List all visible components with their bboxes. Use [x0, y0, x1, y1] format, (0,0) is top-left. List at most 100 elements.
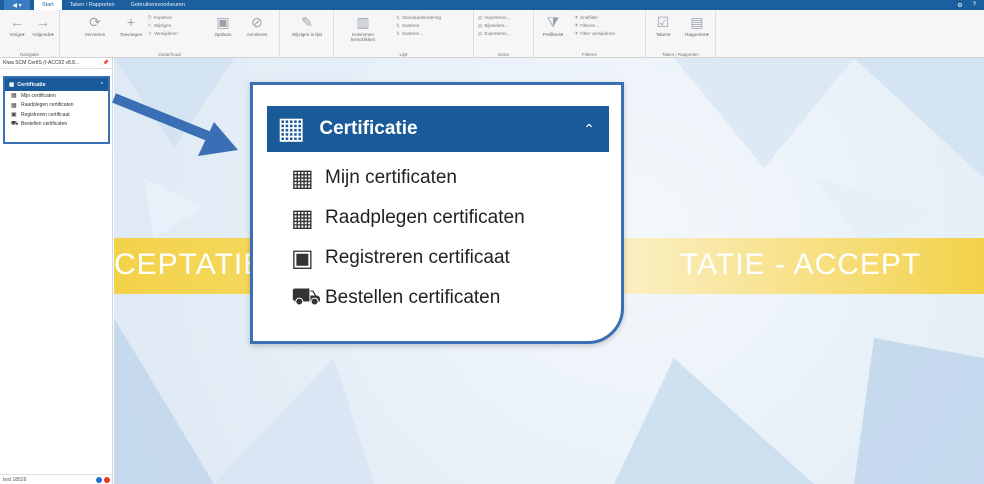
- certificatie-section: ▦ Certificatie ⌃ ▦ Mijn certificaten ▦ Raa…: [3, 76, 110, 144]
- import-button[interactable]: ▤ Importeren...: [478, 14, 511, 22]
- background-shape: [854, 338, 984, 484]
- forward-button[interactable]: → Volgende▾: [28, 14, 58, 38]
- group-label: Filteren: [581, 52, 597, 57]
- group-label: Onderhoud: [158, 52, 181, 57]
- certificatie-header[interactable]: ▦ Certificatie ⌃: [5, 78, 108, 91]
- update-button[interactable]: ▤ Bijwerken...: [478, 22, 511, 30]
- group-label: Taken / Rapporten: [662, 52, 699, 57]
- filter-icon: ⧩: [574, 15, 579, 20]
- add-button[interactable]: + Toevoegen: [116, 14, 146, 37]
- certificate-icon: ▦: [291, 204, 314, 232]
- group-wijzigen-lijst: ✎ Wijzigen in lijst: [280, 10, 334, 58]
- sort-dialog-button[interactable]: ⇅ Sorteren...: [396, 30, 441, 38]
- zoom-callout: ▦ Certificatie ⌃ ▦ Mijn certificaten ▦ Raa…: [250, 82, 624, 344]
- callout-section-label: Certificatie: [319, 118, 418, 139]
- background-shape: [674, 58, 854, 168]
- background-shape: [114, 318, 214, 484]
- plus-icon: +: [126, 14, 136, 30]
- sort-button[interactable]: ⇅ Sorteren: [396, 22, 441, 30]
- reports-button[interactable]: ▤ Rapporten▾: [682, 14, 712, 38]
- nav-registreren-certificaat[interactable]: ▣ Registreren certificaat: [5, 110, 108, 120]
- filter-remove-icon: ⧩: [574, 31, 579, 36]
- group-label: Lijst: [399, 52, 408, 57]
- edit-in-list-button[interactable]: ✎ Wijzigen in lijst: [284, 14, 330, 37]
- sort-icon: ⇅: [396, 15, 400, 20]
- default-sort-button[interactable]: ⇅ Standaardsortering: [396, 14, 441, 22]
- sort-small-buttons: ⇅ Standaardsortering ⇅ Sorteren ⇅ Sorteren.…: [396, 14, 441, 38]
- export-icon: ▤: [478, 31, 483, 36]
- save-icon: ▣: [216, 14, 230, 30]
- edit-button[interactable]: ✎ Wijzigen: [148, 22, 178, 30]
- error-status-icon[interactable]: [104, 476, 110, 483]
- nav-bestellen-certificaten[interactable]: ⛟ Bestellen certificaten: [5, 120, 108, 130]
- sort-dialog-icon: ⇅: [396, 31, 400, 36]
- app-menu-button[interactable]: ◀ ▾: [4, 0, 30, 10]
- columns-icon: ▥: [356, 14, 370, 30]
- chevron-up-icon[interactable]: ⌃: [100, 82, 104, 88]
- cancel-button[interactable]: ⊘ Annuleren: [242, 14, 272, 37]
- delete-button[interactable]: ✕ Verwijderen: [148, 30, 178, 38]
- funnel-icon: ⧩: [546, 14, 560, 30]
- group-onderhoud: ⟳ Verversen + Toevoegen ⎘ Kopiëren ✎ Wijzige…: [60, 10, 280, 58]
- status-bar: test 18529: [0, 474, 113, 484]
- group-label: Navigatie: [20, 52, 39, 57]
- help-icon[interactable]: ?: [973, 2, 976, 9]
- export-button[interactable]: ▤ Exporteren...: [478, 30, 511, 38]
- edit-list-icon: ✎: [301, 14, 313, 30]
- save-button[interactable]: ▣ Opslaan: [208, 14, 238, 37]
- tab-bar: ◀ ▾ Start Taken / Rapporten Gebruikersvo…: [0, 0, 984, 10]
- callout-item-raadplegen-certificaten: ▦ Raadplegen certificaten: [291, 204, 525, 232]
- report-icon: ▤: [690, 14, 704, 30]
- group-label: Extra: [498, 52, 509, 57]
- callout-item-registreren-certificaat: ▣ Registreren certificaat: [291, 244, 510, 272]
- group-extra: ▤ Importeren... ▤ Bijwerken... ▤ Exporteren…: [474, 10, 534, 58]
- certificate-icon: ▦: [9, 81, 15, 88]
- tab-gebruikersvoorkeuren[interactable]: Gebruikersvoorkeuren: [123, 0, 193, 10]
- register-certificate-icon: ▣: [291, 244, 314, 272]
- remove-filter-button[interactable]: ⧩ Filter verwijderen: [574, 30, 615, 38]
- extra-small-buttons: ▤ Importeren... ▤ Bijwerken... ▤ Exporteren…: [478, 14, 511, 38]
- background-shape: [214, 358, 374, 484]
- tab-taken-rapporten[interactable]: Taken / Rapporten: [62, 0, 123, 10]
- arrow-shaft: [112, 93, 220, 145]
- prefilters-button[interactable]: ⧩ Prefilters▾: [538, 14, 568, 38]
- edit-small-buttons: ⎘ Kopiëren ✎ Wijzigen ✕ Verwijderen: [148, 14, 178, 38]
- delete-icon: ✕: [148, 31, 152, 36]
- cart-icon: ⛟: [11, 121, 19, 128]
- background-shape: [614, 358, 814, 484]
- panel-title-bar: Kiwa SCM CertIS (I-ACC02 v8.8... 📌: [0, 58, 112, 69]
- banner-text-left: CEPTATIE: [114, 248, 265, 281]
- pencil-icon: ✎: [148, 23, 152, 28]
- callout-header: ▦ Certificatie ⌃: [267, 106, 609, 152]
- filter-icon: ⧩: [574, 23, 579, 28]
- info-status-icon[interactable]: [96, 476, 102, 483]
- panel-title: Kiwa SCM CertIS (I-ACC02 v8.8...: [3, 60, 80, 66]
- group-taken-rapporten: ☑ Taken▾ ▤ Rapporten▾ Taken / Rapporten: [646, 10, 716, 58]
- import-icon: ▤: [478, 15, 483, 20]
- certificate-icon: ▦: [11, 93, 17, 100]
- pin-icon[interactable]: 📌: [103, 60, 109, 66]
- banner-text-right: TATIE - ACCEPT: [680, 248, 922, 281]
- background-shape: [144, 178, 204, 238]
- settings-icon[interactable]: ⚙: [957, 2, 962, 9]
- pointer-arrow: [112, 93, 238, 156]
- nav-mijn-certificaten[interactable]: ▦ Mijn certificaten: [5, 91, 108, 101]
- sort-az-icon: ⇅: [396, 23, 400, 28]
- background-shape: [854, 58, 984, 178]
- reorder-columns-button[interactable]: ▥ Kolommen herschikken: [348, 14, 378, 42]
- status-text: test 18529: [3, 476, 27, 483]
- filter-small-buttons: ⧩ Snelfilter ⧩ Filteren... ⧩ Filter verwijd…: [574, 14, 615, 38]
- nav-raadplegen-certificaten[interactable]: ▦ Raadplegen certificaten: [5, 101, 108, 111]
- tab-start[interactable]: Start: [34, 0, 62, 10]
- register-certificate-icon: ▣: [11, 112, 17, 119]
- certificate-icon: ▦: [277, 112, 306, 145]
- quick-filter-button[interactable]: ⧩ Snelfilter: [574, 14, 615, 22]
- tasks-button[interactable]: ☑ Taken▾: [648, 14, 678, 38]
- copy-button[interactable]: ⎘ Kopiëren: [148, 14, 178, 22]
- certificate-icon: ▦: [291, 164, 314, 192]
- group-navigatie: ← Vorige▾ → Volgende▾ Navigatie: [0, 10, 60, 58]
- filter-button[interactable]: ⧩ Filteren...: [574, 22, 615, 30]
- cancel-icon: ⊘: [251, 14, 263, 30]
- copy-icon: ⎘: [148, 15, 152, 20]
- refresh-button[interactable]: ⟳ Verversen: [80, 14, 110, 37]
